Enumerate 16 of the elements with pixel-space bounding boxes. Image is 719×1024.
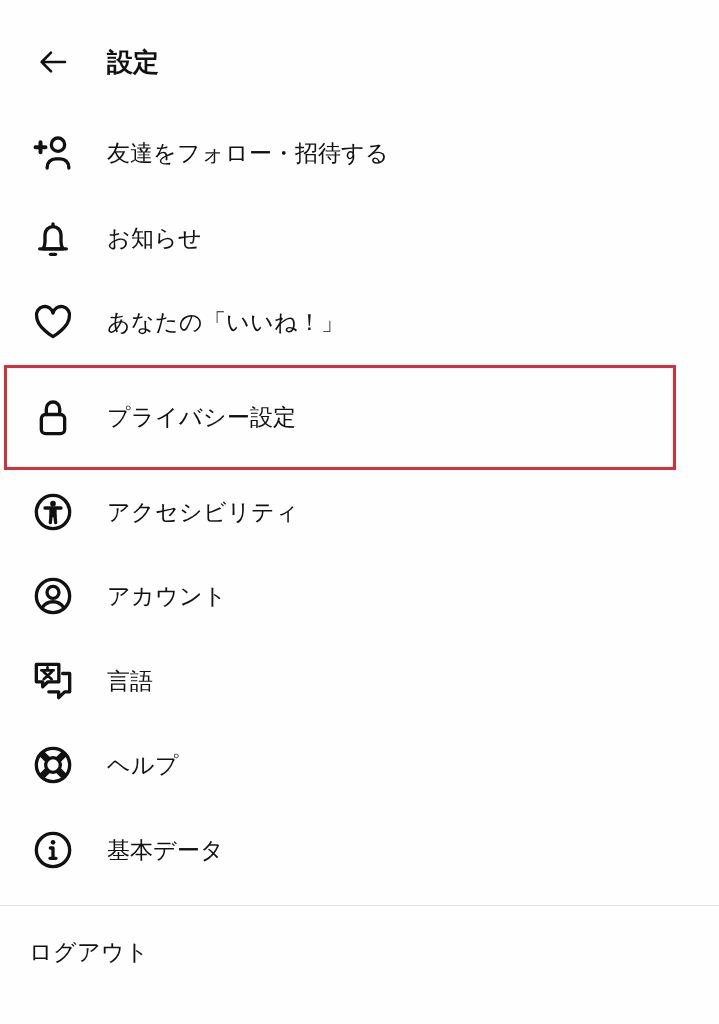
account-icon (33, 576, 73, 617)
language-icon (33, 660, 73, 701)
page-title: 設定 (107, 46, 159, 78)
logout-button[interactable]: ログアウト (29, 936, 149, 967)
menu-item[interactable]: プライバシー設定 (4, 364, 676, 470)
info-icon (33, 829, 73, 870)
menu-item[interactable]: ヘルプ (0, 733, 719, 798)
menu-item[interactable]: アクセシビリティ (0, 479, 719, 544)
accessibility-icon (33, 491, 73, 532)
menu-item[interactable]: お知らせ (0, 205, 719, 270)
menu-item[interactable]: アカウント (0, 564, 719, 629)
menu-item[interactable]: 言語 (0, 648, 719, 713)
menu-item[interactable]: 基本データ (0, 817, 719, 882)
lifebuoy-icon (33, 745, 73, 786)
menu-item[interactable]: 友達をフォロー・招待する (0, 121, 719, 186)
menu-item[interactable]: あなたの「いいね！」 (0, 290, 719, 355)
